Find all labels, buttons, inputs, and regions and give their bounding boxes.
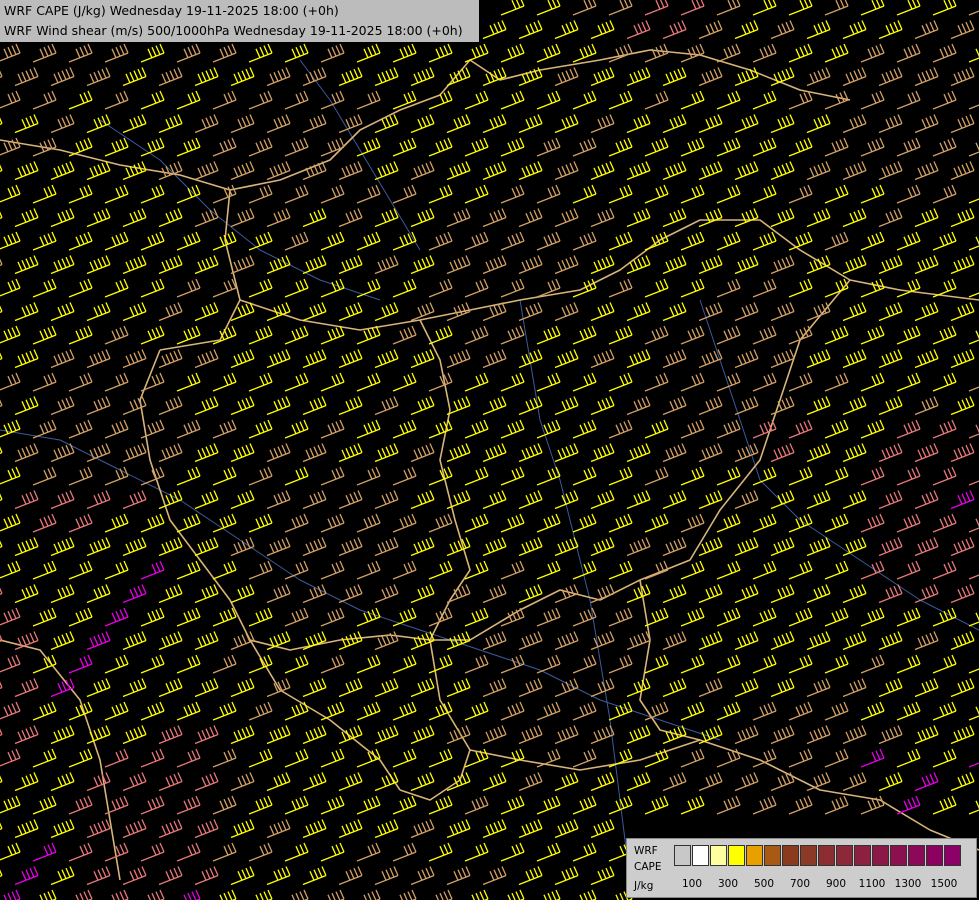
legend-unit-label: J/kg [634, 880, 654, 892]
legend-swatch [818, 845, 835, 866]
legend-tick-label: 700 [789, 878, 811, 890]
legend-tick-label: 1100 [858, 878, 886, 890]
legend-swatch [746, 845, 763, 866]
cape-legend: WRF CAPE J/kg 100 300 500 700 900 1100 1300 150… [626, 838, 977, 898]
legend-swatch [908, 845, 925, 866]
wind-shear-title: WRF Wind shear (m/s) 500/1000hPa Wednesd… [4, 23, 463, 38]
legend-tick-label: 300 [717, 878, 739, 890]
legend-tick-label: 900 [825, 878, 847, 890]
legend-swatch [728, 845, 745, 866]
legend-swatch [836, 845, 853, 866]
legend-swatch [872, 845, 889, 866]
legend-swatch [764, 845, 781, 866]
legend-swatch [782, 845, 799, 866]
legend-variable-label: CAPE [634, 861, 662, 873]
legend-tick-label: 1300 [894, 878, 922, 890]
wind-shear-map [0, 0, 979, 900]
legend-model-label: WRF [634, 845, 658, 857]
legend-tick-label: 100 [681, 878, 703, 890]
legend-swatch [674, 845, 691, 866]
map-title-box: WRF CAPE (J/kg) Wednesday 19-11-2025 18:… [0, 0, 479, 42]
legend-tick-label: 500 [753, 878, 775, 890]
legend-swatch [692, 845, 709, 866]
legend-swatch [710, 845, 727, 866]
legend-swatch [890, 845, 907, 866]
legend-swatch [854, 845, 871, 866]
legend-tick-label: 1500 [930, 878, 958, 890]
legend-swatch [926, 845, 943, 866]
legend-swatch [800, 845, 817, 866]
legend-swatch [944, 845, 961, 866]
cape-title: WRF CAPE (J/kg) Wednesday 19-11-2025 18:… [4, 3, 339, 18]
